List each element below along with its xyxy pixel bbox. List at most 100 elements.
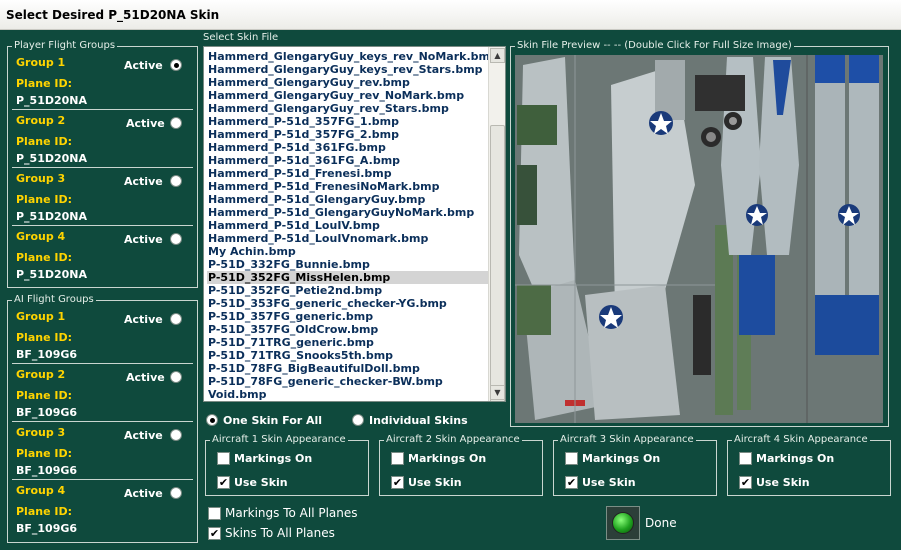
- skin-file-item[interactable]: P-51D_71TRG_Snooks5th.bmp: [207, 349, 488, 362]
- markings-to-all-checkbox[interactable]: [208, 507, 221, 520]
- skin-list-scrollbar[interactable]: ▲ ▼: [488, 47, 505, 401]
- skin-file-item[interactable]: P-51D_78FG_generic_checker-BW.bmp: [207, 375, 488, 388]
- skin-file-listbox[interactable]: Hammerd_GlengaryGuy_keys_rev_NoMark.bmp H…: [203, 46, 506, 402]
- scroll-thumb[interactable]: [490, 125, 505, 401]
- individual-skins-radio[interactable]: [352, 414, 364, 426]
- ai-active-label: Active: [124, 487, 163, 500]
- skin-file-item[interactable]: Hammerd_GlengaryGuy_keys_rev_Stars.bmp: [207, 63, 488, 76]
- skin-file-item[interactable]: P-51D_71TRG_generic.bmp: [207, 336, 488, 349]
- one-skin-label: One Skin For All: [223, 414, 323, 427]
- aircraft-3-use-skin-label: Use Skin: [582, 476, 636, 489]
- ai-plane-id-value: BF_109G6: [16, 464, 78, 477]
- ai-separator: [12, 363, 193, 364]
- skin-file-list: Hammerd_GlengaryGuy_keys_rev_NoMark.bmp H…: [207, 50, 498, 401]
- aircraft-2-markings-checkbox[interactable]: [391, 452, 404, 465]
- skins-to-all-label: Skins To All Planes: [225, 526, 335, 540]
- skins-to-all-checkbox[interactable]: ✔: [208, 527, 221, 540]
- skin-file-item[interactable]: Hammerd_GlengaryGuy_rev_NoMark.bmp: [207, 89, 488, 102]
- ai-active-radio[interactable]: [170, 429, 182, 441]
- aircraft-3-appearance-legend: Aircraft 3 Skin Appearance: [558, 434, 696, 445]
- skin-file-item[interactable]: P-51D_78FG_BigBeautifulDoll.bmp: [207, 362, 488, 375]
- skin-preview-image[interactable]: [515, 55, 883, 423]
- aircraft-1-markings-checkbox[interactable]: [217, 452, 230, 465]
- skin-file-item[interactable]: Hammerd_P-51d_LouIV.bmp: [207, 219, 488, 232]
- player-plane-id-value: P_51D20NA: [16, 94, 88, 107]
- player-active-label: Active: [124, 233, 163, 246]
- aircraft-3-use-skin-checkbox[interactable]: ✔: [565, 476, 578, 489]
- skin-file-item[interactable]: Hammerd_P-51d_GlengaryGuyNoMark.bmp: [207, 206, 488, 219]
- skin-file-item[interactable]: Hammerd_P-51d_357FG_2.bmp: [207, 128, 488, 141]
- ai-active-radio[interactable]: [170, 313, 182, 325]
- player-group-name: Group 4: [16, 230, 66, 243]
- one-skin-radio[interactable]: [206, 414, 218, 426]
- aircraft-3-markings-checkbox[interactable]: [565, 452, 578, 465]
- skin-file-item[interactable]: Hammerd_GlengaryGuy_rev.bmp: [207, 76, 488, 89]
- player-active-radio[interactable]: [170, 59, 182, 71]
- ai-flight-groups-legend: AI Flight Groups: [12, 294, 96, 305]
- scroll-up-arrow-icon[interactable]: ▲: [490, 48, 505, 63]
- skin-file-item[interactable]: Hammerd_GlengaryGuy_rev_Stars.bmp: [207, 102, 488, 115]
- player-active-label: Active: [126, 117, 165, 130]
- skin-file-item[interactable]: P-51D_332FG_Bunnie.bmp: [207, 258, 488, 271]
- skin-file-item[interactable]: Hammerd_P-51d_Frenesi.bmp: [207, 167, 488, 180]
- player-plane-id-label: Plane ID:: [16, 135, 72, 148]
- player-flight-groups-legend: Player Flight Groups: [12, 40, 118, 51]
- player-separator: [12, 167, 193, 168]
- done-label[interactable]: Done: [645, 516, 677, 530]
- aircraft-3-markings-label: Markings On: [582, 452, 661, 465]
- player-plane-id-value: P_51D20NA: [16, 152, 88, 165]
- ai-group-name: Group 4: [16, 484, 66, 497]
- aircraft-4-use-skin-checkbox[interactable]: ✔: [739, 476, 752, 489]
- skin-file-item[interactable]: Hammerd_P-51d_FrenesiNoMark.bmp: [207, 180, 488, 193]
- done-button[interactable]: [606, 506, 640, 540]
- skin-file-item[interactable]: Hammerd_P-51d_LouIVnomark.bmp: [207, 232, 488, 245]
- skin-file-item[interactable]: Hammerd_P-51d_GlengaryGuy.bmp: [207, 193, 488, 206]
- aircraft-2-use-skin-label: Use Skin: [408, 476, 462, 489]
- player-separator: [12, 225, 193, 226]
- aircraft-4-appearance-legend: Aircraft 4 Skin Appearance: [732, 434, 870, 445]
- skin-file-item[interactable]: Hammerd_GlengaryGuy_keys_rev_NoMark.bmp: [207, 50, 498, 63]
- ai-separator: [12, 479, 193, 480]
- ai-active-label: Active: [124, 429, 163, 442]
- player-active-radio[interactable]: [170, 117, 182, 129]
- aircraft-4-use-skin-label: Use Skin: [756, 476, 810, 489]
- individual-skins-label: Individual Skins: [369, 414, 468, 427]
- ai-group-name: Group 3: [16, 426, 66, 439]
- skin-file-item[interactable]: Hammerd_P-51d_361FG_A.bmp: [207, 154, 488, 167]
- aircraft-2-markings-label: Markings On: [408, 452, 487, 465]
- aircraft-4-markings-label: Markings On: [756, 452, 835, 465]
- skin-file-item[interactable]: P-51D_357FG_OldCrow.bmp: [207, 323, 488, 336]
- ai-active-label: Active: [124, 313, 163, 326]
- title-bar: Select Desired P_51D20NA Skin: [0, 0, 901, 30]
- window-title: Select Desired P_51D20NA Skin: [6, 8, 220, 22]
- skin-file-item[interactable]: P-51D_352FG_Petie2nd.bmp: [207, 284, 488, 297]
- ai-plane-id-value: BF_109G6: [16, 348, 78, 361]
- player-plane-id-value: P_51D20NA: [16, 268, 88, 281]
- skin-file-item[interactable]: Hammerd_P-51d_357FG_1.bmp: [207, 115, 488, 128]
- player-plane-id-label: Plane ID:: [16, 193, 72, 206]
- ai-separator: [12, 421, 193, 422]
- skin-select-window: Select Desired P_51D20NA Skin Player Fli…: [0, 0, 901, 550]
- aircraft-1-markings-label: Markings On: [234, 452, 313, 465]
- skin-file-item[interactable]: Hammerd_P-51d_361FG.bmp: [207, 141, 488, 154]
- ai-plane-id-label: Plane ID:: [16, 331, 72, 344]
- player-plane-id-value: P_51D20NA: [16, 210, 88, 223]
- player-active-radio[interactable]: [170, 175, 182, 187]
- aircraft-4-markings-checkbox[interactable]: [739, 452, 752, 465]
- skin-file-item[interactable]: Void.bmp: [207, 388, 488, 401]
- skin-file-item[interactable]: P-51D_357FG_generic.bmp: [207, 310, 488, 323]
- aircraft-1-appearance-legend: Aircraft 1 Skin Appearance: [210, 434, 348, 445]
- skin-file-item[interactable]: P-51D_353FG_generic_checker-YG.bmp: [207, 297, 488, 310]
- skin-file-item[interactable]: My Achin.bmp: [207, 245, 488, 258]
- player-plane-id-label: Plane ID:: [16, 77, 72, 90]
- ai-active-radio[interactable]: [170, 371, 182, 383]
- aircraft-2-use-skin-checkbox[interactable]: ✔: [391, 476, 404, 489]
- scroll-down-arrow-icon[interactable]: ▼: [490, 385, 505, 400]
- ai-active-label: Active: [126, 371, 165, 384]
- ai-active-radio[interactable]: [170, 487, 182, 499]
- player-plane-id-label: Plane ID:: [16, 251, 72, 264]
- aircraft-1-use-skin-checkbox[interactable]: ✔: [217, 476, 230, 489]
- green-light-icon: [612, 512, 634, 534]
- player-active-radio[interactable]: [170, 233, 182, 245]
- skin-file-item[interactable]: P-51D_352FG_MissHelen.bmp: [207, 271, 488, 284]
